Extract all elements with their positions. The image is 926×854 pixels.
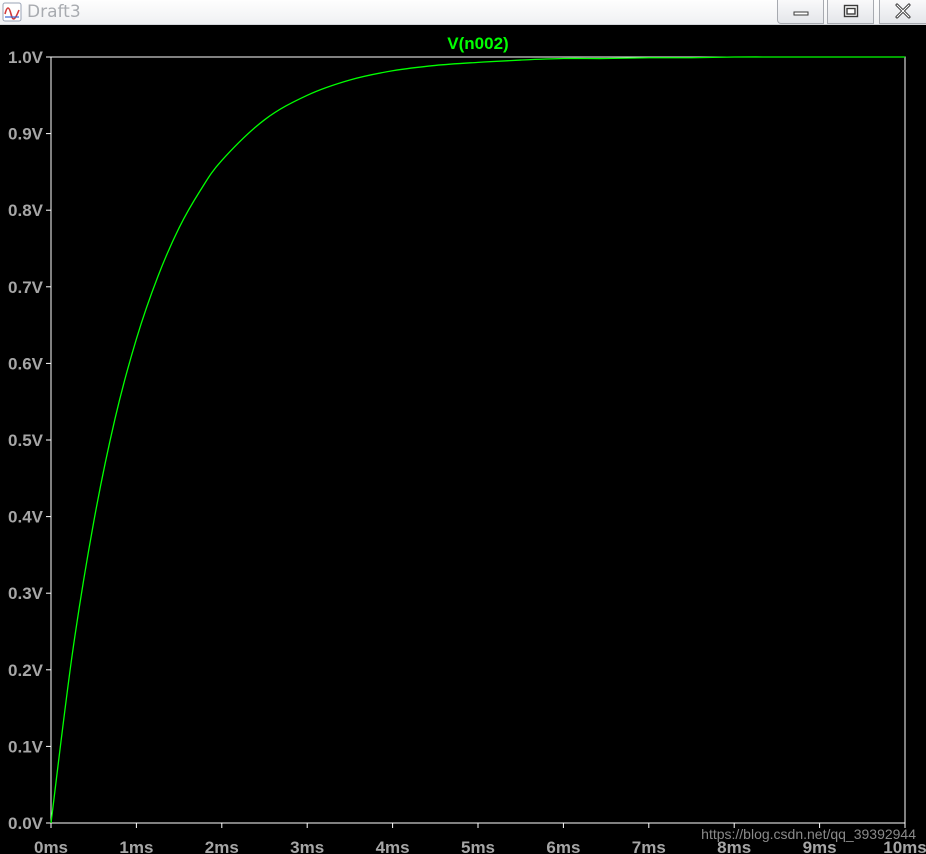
trace-line-v-n002[interactable] [50,56,905,824]
close-button[interactable] [879,0,926,24]
watermark-text: https://blog.csdn.net/qq_39392944 [701,826,916,842]
x-tick-label: 0ms [34,838,68,854]
y-tick-label: 0.6V [8,354,44,373]
y-tick-label: 0.8V [8,201,44,220]
trace-title[interactable]: V(n002) [447,34,508,53]
minimize-icon [793,6,809,16]
y-tick-label: 0.9V [8,125,44,144]
x-tick-label: 2ms [205,838,239,854]
y-tick-label: 0.5V [8,431,44,450]
y-axis: 0.0V 0.1V 0.2V 0.3V 0.4V 0.5V 0.6V 0.7V 0.8V 0.9V… [8,48,51,833]
waveform-plot[interactable]: V(n002) 0.0V 0.1V 0.2V 0.3V 0.4V 0.5V 0.6V 0.7V… [0,25,926,854]
y-tick-label: 0.4V [8,508,44,527]
y-tick-label: 1.0V [8,48,44,67]
x-tick-label: 1ms [119,838,153,854]
title-bar[interactable]: Draft3 [0,0,926,25]
window-title: Draft3 [27,2,81,22]
y-tick-label: 0.3V [8,584,44,603]
y-tick-label: 0.0V [8,814,44,833]
maximize-button[interactable] [827,0,874,24]
maximize-icon [843,4,859,18]
y-tick-label: 0.1V [8,737,44,756]
y-tick-label: 0.2V [8,661,44,680]
x-tick-label: 3ms [290,838,324,854]
x-tick-label: 5ms [461,838,495,854]
waveform-app-icon [2,2,22,22]
minimize-button[interactable] [777,0,824,24]
y-tick-label: 0.7V [8,278,44,297]
plot-frame [50,56,906,824]
x-tick-label: 7ms [632,838,666,854]
plot-window: Draft3 V(n002) 0.0V 0.1V 0.2V 0.3V 0.4V … [0,0,926,854]
close-icon [894,3,912,19]
x-tick-label: 4ms [376,838,410,854]
x-tick-label: 6ms [546,838,580,854]
